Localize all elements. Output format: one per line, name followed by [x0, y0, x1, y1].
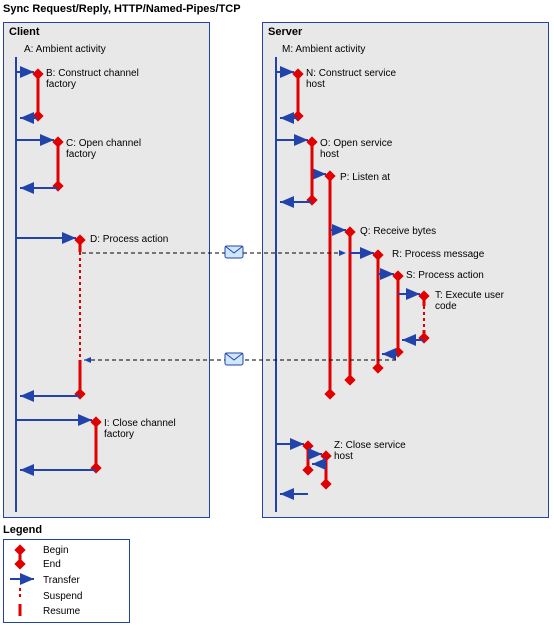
- message-envelope-icon: [225, 246, 243, 258]
- trace-diagram-svg: [0, 0, 554, 627]
- reply-envelope-icon: [225, 353, 243, 365]
